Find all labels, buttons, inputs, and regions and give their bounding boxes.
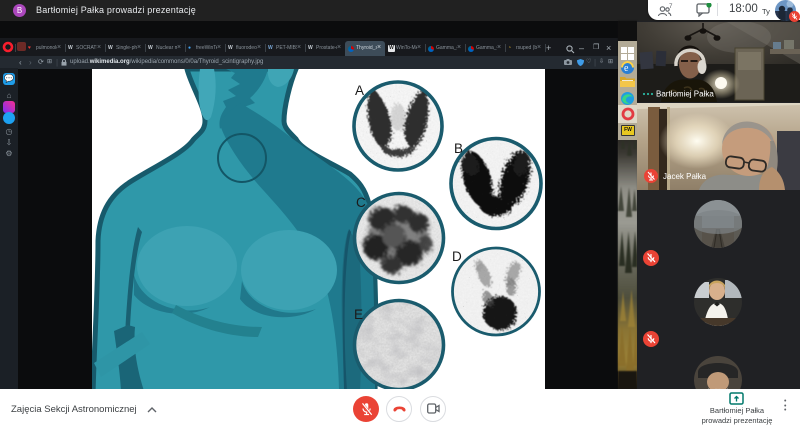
- svg-text:Jacek Pałka: Jacek Pałka: [663, 172, 707, 181]
- svg-text:e: e: [624, 63, 629, 74]
- svg-text:A: A: [355, 83, 364, 98]
- svg-text:E: E: [354, 307, 363, 322]
- svg-text:B: B: [454, 141, 463, 156]
- svg-text:D: D: [452, 249, 462, 264]
- svg-text:7: 7: [669, 3, 673, 10]
- svg-text:C: C: [356, 195, 366, 210]
- svg-text:Bartłomiej Pałka: Bartłomiej Pałka: [656, 90, 714, 99]
